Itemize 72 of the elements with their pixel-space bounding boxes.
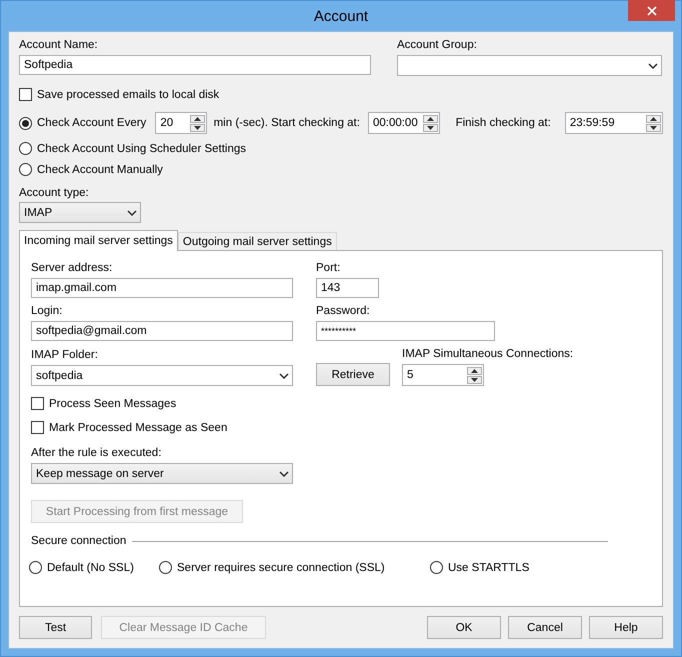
account-name-field[interactable]: Softpedia xyxy=(19,55,371,75)
checkbox[interactable] xyxy=(31,397,44,410)
dropdown-caret-icon[interactable] xyxy=(279,372,289,378)
radio-button[interactable] xyxy=(29,561,42,574)
retrieve-button[interactable]: Retrieve xyxy=(316,363,390,386)
radio-label: Use STARTTLS xyxy=(448,562,530,574)
group-title: Secure connection xyxy=(31,534,126,548)
dialog-button[interactable]: Cancel xyxy=(508,616,582,639)
interval-label: min (-sec). Start checking at: xyxy=(214,116,360,130)
checkbox-label: Mark Processed Message as Seen xyxy=(49,422,228,434)
window-title: Account xyxy=(314,8,368,24)
field-label: After the rule is executed: xyxy=(31,446,162,460)
dropdown-caret-icon[interactable] xyxy=(648,62,658,68)
dialog-button[interactable]: OK xyxy=(427,616,501,639)
interval-spinner[interactable]: 20 xyxy=(155,112,207,134)
field-label: Login: xyxy=(31,304,64,318)
field-label: Account Name: xyxy=(19,38,99,52)
ssl-radio[interactable]: Server requires secure connection (SSL) xyxy=(159,561,385,574)
finish-label: Finish checking at: xyxy=(456,116,551,130)
spin-up-icon[interactable] xyxy=(467,366,482,374)
imap-folder-dropdown[interactable]: softpedia xyxy=(31,365,293,386)
dropdown-caret-icon[interactable] xyxy=(127,210,137,216)
radio-button[interactable] xyxy=(19,142,32,155)
radio-button[interactable] xyxy=(159,561,172,574)
dialog-button[interactable]: Help xyxy=(589,616,663,639)
spin-down-icon[interactable] xyxy=(467,376,482,384)
finish-time-spinner[interactable]: 23:59:59 xyxy=(564,112,663,134)
ssl-radio[interactable]: Default (No SSL) xyxy=(29,561,134,574)
port-field[interactable]: 143 xyxy=(316,278,379,298)
radio-button[interactable] xyxy=(19,116,32,130)
password-field[interactable]: ********** xyxy=(316,321,495,341)
field-label: Password: xyxy=(316,304,371,318)
radio-button[interactable] xyxy=(430,561,443,574)
radio-label: Check Account Manually xyxy=(37,164,163,176)
spin-down-icon[interactable] xyxy=(190,124,205,132)
close-icon[interactable] xyxy=(646,6,656,16)
close-button[interactable] xyxy=(628,0,675,21)
login-field[interactable]: softpedia@gmail.com xyxy=(31,321,293,341)
spin-down-icon[interactable] xyxy=(646,124,661,132)
settings-tab[interactable]: Outgoing mail server settings xyxy=(178,232,337,250)
save-emails-checkbox[interactable]: Save processed emails to local disk xyxy=(19,88,220,101)
connections-spinner[interactable]: 5 xyxy=(402,364,484,386)
spin-up-icon[interactable] xyxy=(190,114,205,122)
option-checkbox[interactable]: Mark Processed Message as Seen xyxy=(31,421,228,434)
field-label: Server address: xyxy=(31,261,114,275)
server-address-field[interactable]: imap.gmail.com xyxy=(31,278,293,298)
ssl-radio[interactable]: Use STARTTLS xyxy=(430,561,530,574)
field-label: IMAP Folder: xyxy=(31,348,99,362)
start-time-spinner[interactable]: 00:00:00 xyxy=(368,112,440,134)
check-mode-radio[interactable]: Check Account Manually xyxy=(19,163,163,176)
account-type-dropdown[interactable]: IMAP xyxy=(19,202,141,223)
checkbox-label: Process Seen Messages xyxy=(49,398,176,410)
checkbox[interactable] xyxy=(31,421,44,434)
after-rule-dropdown[interactable]: Keep message on server xyxy=(31,463,293,484)
dialog-button[interactable]: Test xyxy=(19,616,92,639)
spin-down-icon[interactable] xyxy=(422,124,438,132)
field-label: IMAP Simultaneous Connections: xyxy=(402,347,574,361)
option-checkbox[interactable]: Process Seen Messages xyxy=(31,397,176,410)
checkbox[interactable] xyxy=(19,88,32,101)
dropdown-caret-icon[interactable] xyxy=(279,470,289,476)
radio-label: Default (No SSL) xyxy=(47,562,134,574)
field-label: Account type: xyxy=(19,186,90,200)
field-label: Port: xyxy=(316,261,342,275)
radio-button[interactable] xyxy=(19,163,32,176)
radio-label: Check Account Every xyxy=(37,117,146,129)
spin-up-icon[interactable] xyxy=(646,114,661,122)
spin-up-icon[interactable] xyxy=(422,114,438,122)
check-mode-radio[interactable]: Check Account Every xyxy=(19,116,146,130)
field-label: Account Group: xyxy=(397,38,478,52)
settings-tab[interactable]: Incoming mail server settings xyxy=(19,230,178,251)
checkbox-label: Save processed emails to local disk xyxy=(37,88,220,100)
radio-label: Server requires secure connection (SSL) xyxy=(177,562,385,574)
